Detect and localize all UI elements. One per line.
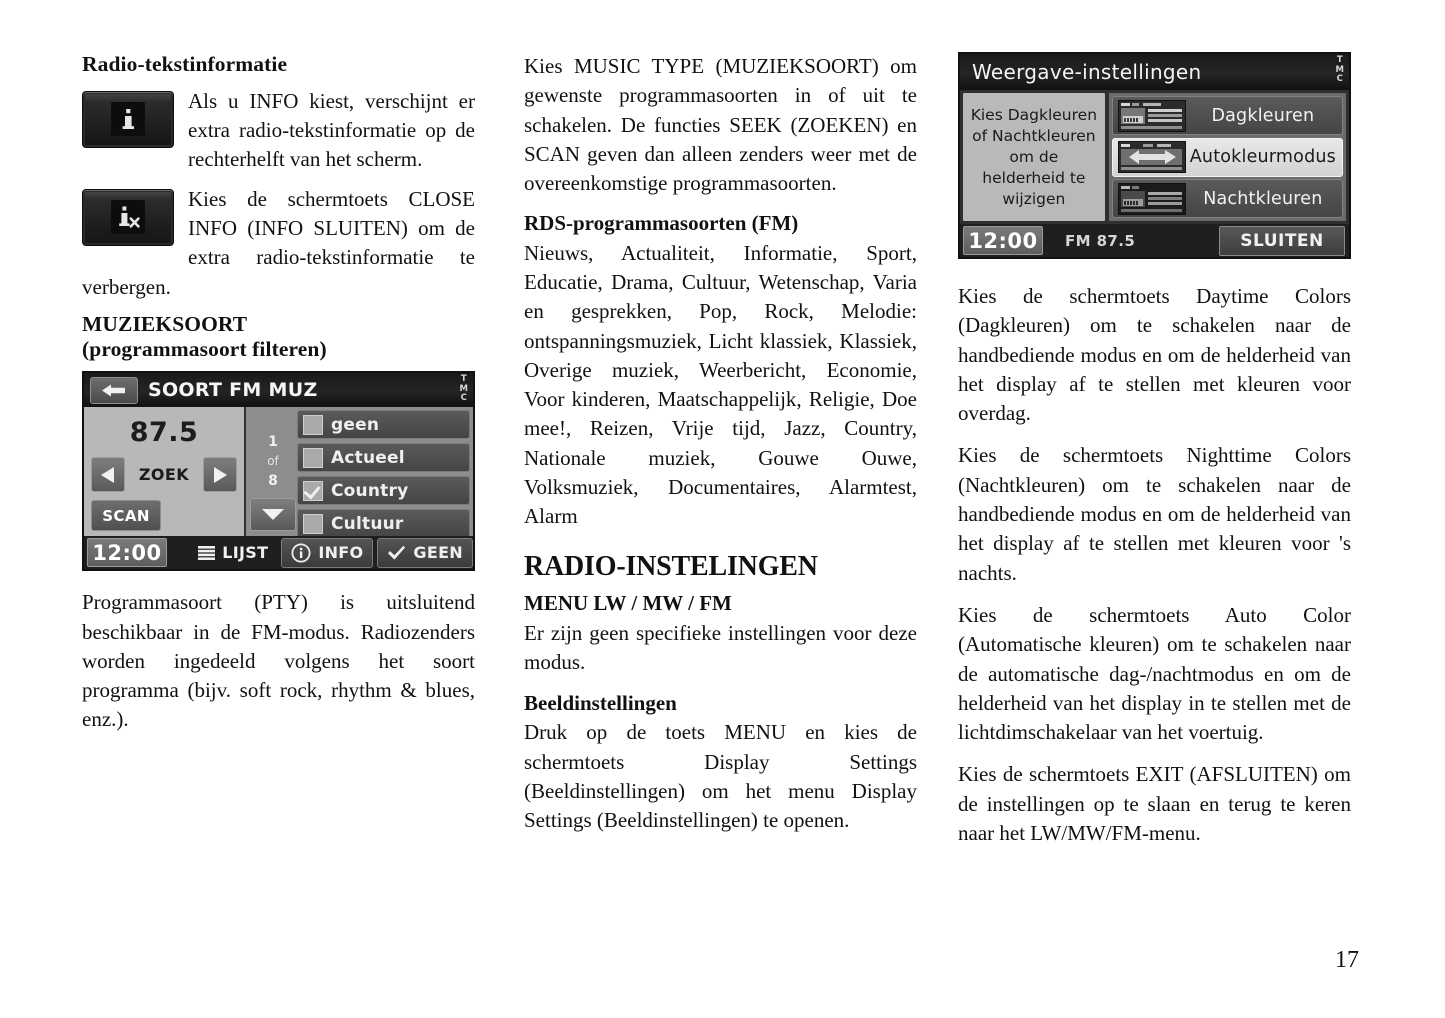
pty-list-panel: 1 of 8 geen Actueel Country Cultuur	[246, 407, 473, 539]
heading-muzieksoort-sub: (programmasoort filteren)	[82, 336, 327, 361]
heading-radio-tekstinformatie: Radio-tekstinformatie	[82, 52, 288, 76]
back-arrow-icon	[102, 384, 125, 397]
checkbox-icon[interactable]	[303, 447, 323, 468]
manual-page: Radio-tekstinformatie Als u INFO kiest, …	[0, 0, 1445, 1018]
display-settings-topbar: Weergave-instellingen T M C	[960, 54, 1349, 90]
list-item[interactable]: geen	[297, 410, 470, 440]
seek-up-button[interactable]	[202, 457, 237, 493]
softkey-label: GEEN	[413, 543, 463, 563]
check-icon	[387, 545, 406, 561]
heading-rds-programmasoorten: RDS-programmasoorten (FM)	[524, 211, 799, 236]
pager-total: 8	[268, 473, 278, 490]
radio-display-settings: Weergave-instellingen T M C Kies Dagkleu…	[958, 52, 1351, 259]
paragraph-beeldinstellingen: Druk op de toets MENU en kies de schermt…	[524, 720, 917, 833]
clock-readout: 12:00	[963, 226, 1043, 255]
clock-readout: 12:00	[87, 538, 167, 568]
softkey-info[interactable]: INFO	[281, 537, 374, 568]
band-info: FM 87.5	[1065, 231, 1136, 250]
paragraph-menu: Er zijn geen specifieke instellingen voo…	[524, 620, 917, 674]
checkbox-icon[interactable]	[303, 513, 323, 534]
display-settings-stage: Kies Dagkleuren of Nachtkleuren om de he…	[960, 90, 1349, 224]
page-down-button[interactable]	[250, 498, 296, 532]
pty-list: geen Actueel Country Cultuur	[297, 410, 470, 539]
option-autokleurmodus[interactable]: Autokleurmodus	[1111, 137, 1343, 177]
page-number: 17	[1335, 947, 1359, 973]
night-colors-thumb-icon	[1117, 182, 1186, 215]
info-glyph	[111, 102, 145, 137]
radio-display-pty: SOORT FM MUZ T M C 87.5 ZOEK SCAN 1 of 8…	[82, 371, 475, 572]
heading-radio-instelingen: RADIO-INSTELINGEN	[524, 550, 818, 582]
color-mode-options: Dagkleuren Autokleurmodus Nachtkleuren	[1108, 93, 1346, 221]
list-item-label: Country	[331, 480, 409, 501]
back-arrow-button[interactable]	[90, 376, 138, 404]
middle-column: Kies MUSIC TYPE (MUZIEKSOORT) om gewenst…	[524, 52, 917, 849]
heading-menu-lw-mw-fm: MENU LW / MW / FM	[524, 591, 732, 616]
list-item[interactable]: Country	[297, 476, 470, 506]
info-icon-paragraph-block: Als u INFO kiest, verschijnt er extra ra…	[82, 87, 475, 175]
option-label: Autokleurmodus	[1189, 147, 1336, 167]
display-pty-bottombar: 12:00 LIJST INFO GEEN	[84, 536, 473, 570]
seek-label: ZOEK	[138, 465, 190, 485]
triangle-right-icon	[213, 466, 227, 483]
softkey-label: INFO	[318, 543, 364, 563]
left-column: Radio-tekstinformatie Als u INFO kiest, …	[82, 52, 475, 748]
triangle-down-icon	[262, 509, 284, 521]
seek-row: ZOEK	[91, 457, 237, 493]
day-colors-thumb-icon	[1117, 99, 1186, 132]
tuner-panel: 87.5 ZOEK SCAN	[84, 407, 246, 537]
close-info-icon	[82, 188, 174, 246]
option-label: Nachtkleuren	[1203, 188, 1323, 209]
softkey-label: LIJST	[222, 543, 269, 563]
tmc-indicator: T M C	[459, 374, 468, 404]
heading-beeldinstellingen: Beeldinstellingen	[524, 691, 677, 716]
softkey-lijst[interactable]: LIJST	[189, 539, 277, 567]
paragraph-exit: Kies de schermtoets EXIT (AFSLUITEN) om …	[958, 762, 1351, 846]
display-settings-bottombar: 12:00 FM 87.5 SLUITEN	[960, 224, 1349, 257]
auto-color-thumb-icon	[1117, 141, 1186, 173]
info-circle-icon	[291, 543, 311, 563]
close-info-icon-paragraph-block: Kies de schermtoets CLOSE INFO (INFO SLU…	[82, 185, 475, 302]
list-item-label: Cultuur	[331, 513, 404, 534]
list-item-label: Actueel	[331, 447, 405, 468]
paragraph-daytime: Kies de schermtoets Daytime Colors (Dagk…	[958, 284, 1351, 426]
info-icon	[82, 90, 174, 148]
scan-button[interactable]: SCAN	[91, 500, 161, 532]
softkey-bar: LIJST INFO GEEN	[185, 536, 473, 569]
option-nachtkleuren[interactable]: Nachtkleuren	[1111, 179, 1343, 218]
display-pty-topbar: SOORT FM MUZ T M C	[84, 373, 473, 408]
sluiten-button[interactable]: SLUITEN	[1219, 225, 1345, 256]
list-item[interactable]: Cultuur	[297, 509, 470, 539]
paragraph-nighttime: Kies de schermtoets Nighttime Colors (Na…	[958, 443, 1351, 585]
paragraph-rds-list: Nieuws, Actualiteit, Informatie, Sport, …	[524, 240, 917, 529]
paragraph-autocolor: Kies de schermtoets Auto Color (Automati…	[958, 602, 1351, 745]
option-label: Dagkleuren	[1211, 105, 1315, 126]
pager-of: of	[267, 454, 279, 469]
checkbox-icon[interactable]	[303, 414, 323, 435]
tmc-indicator: T M C	[1335, 55, 1344, 84]
close-info-glyph	[111, 200, 145, 235]
triangle-left-icon	[101, 466, 114, 483]
instruction-note: Kies Dagkleuren of Nachtkleuren om de he…	[963, 93, 1105, 221]
display-pty-title: SOORT FM MUZ	[148, 379, 318, 402]
display-pty-stage: 87.5 ZOEK SCAN 1 of 8 geen Actueel Count…	[84, 407, 473, 539]
list-icon	[198, 545, 216, 560]
list-item-label: geen	[331, 414, 380, 435]
frequency-readout: 87.5	[129, 417, 199, 449]
paragraph-music-type: Kies MUSIC TYPE (MUZIEKSOORT) om gewenst…	[524, 54, 917, 196]
pager-current: 1	[268, 434, 278, 451]
softkey-geen[interactable]: GEEN	[377, 537, 473, 568]
display-settings-title: Weergave-instellingen	[972, 60, 1202, 84]
seek-down-button[interactable]	[91, 457, 125, 493]
option-dagkleuren[interactable]: Dagkleuren	[1111, 96, 1343, 135]
checkbox-checked-icon[interactable]	[303, 480, 323, 501]
heading-muzieksoort: MUZIEKSOORT	[82, 311, 248, 336]
list-item[interactable]: Actueel	[297, 443, 470, 473]
right-column: Weergave-instellingen T M C Kies Dagkleu…	[958, 52, 1351, 861]
paragraph-pty: Programmasoort (PTY) is uitsluitend besc…	[82, 590, 475, 732]
pager: 1 of 8	[249, 410, 297, 536]
